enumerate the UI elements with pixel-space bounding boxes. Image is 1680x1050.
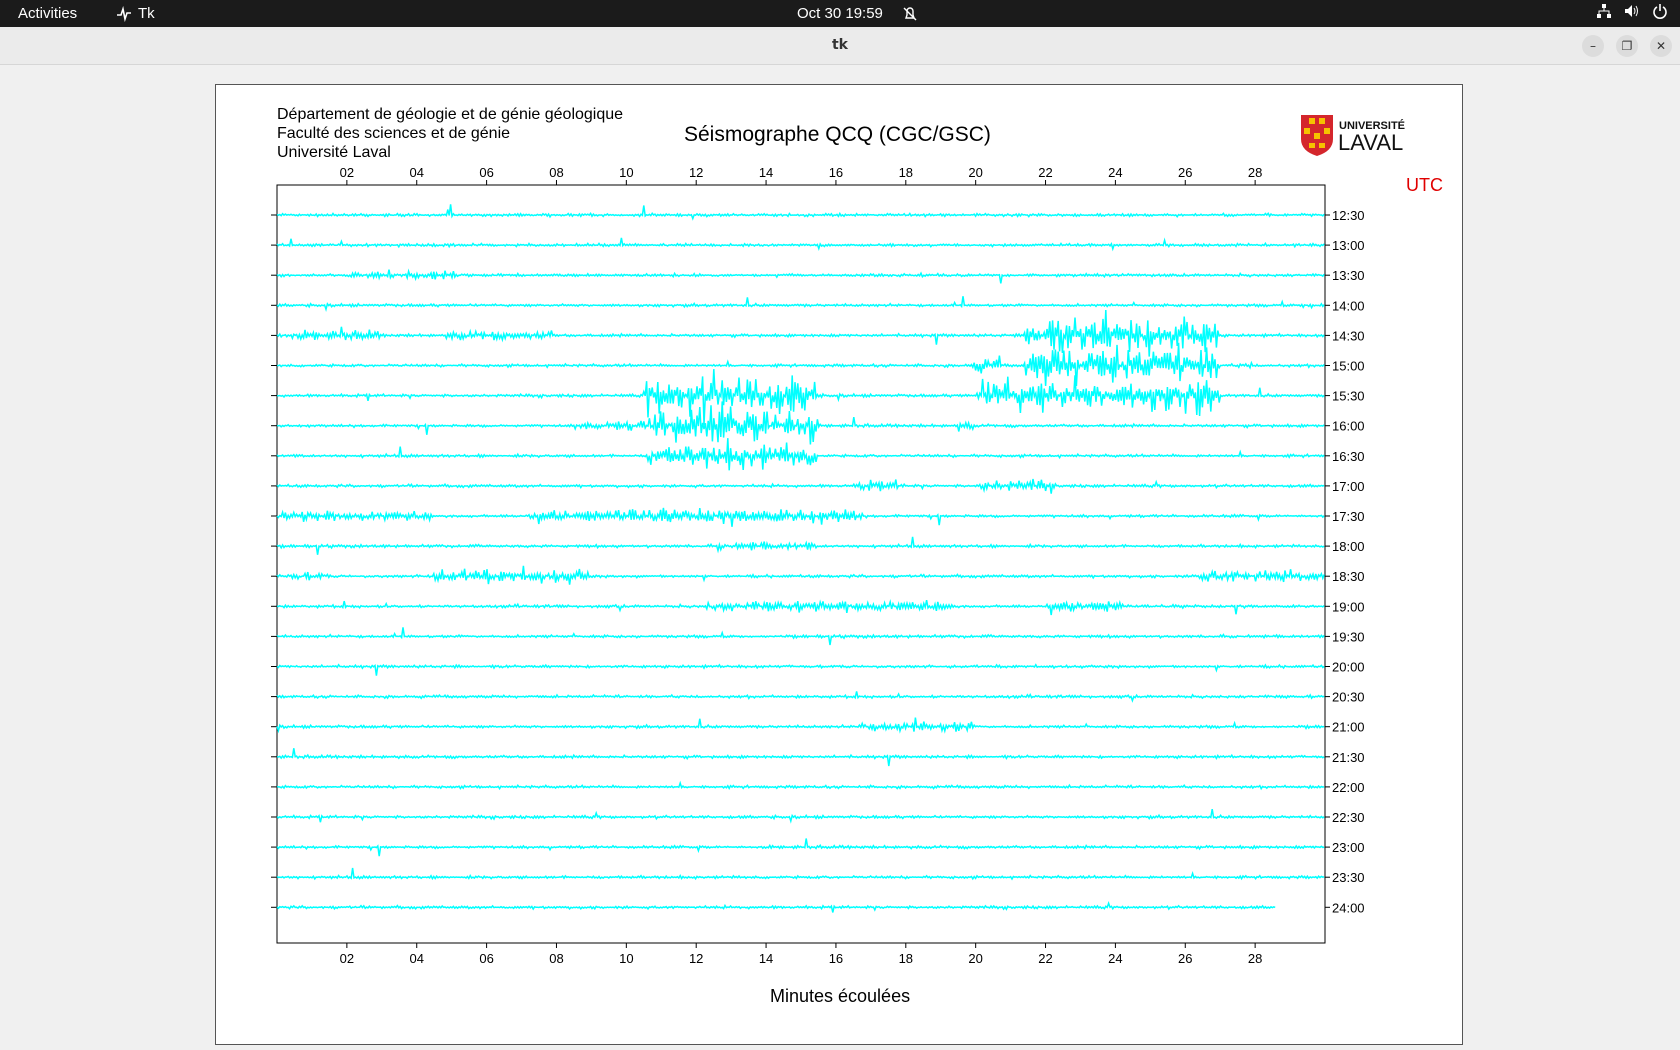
seismic-trace bbox=[276, 627, 1325, 646]
seismogram-plot: 02 02 04 04 06 06 08 08 10 10 12 12 14 14 16 16 18 18 20 20… bbox=[271, 165, 1365, 966]
row-time-label: 22:30 bbox=[1332, 810, 1365, 825]
row-time-label: 15:00 bbox=[1332, 359, 1365, 374]
row-time-label: 18:00 bbox=[1332, 539, 1365, 554]
clock[interactable]: Oct 30 19:59 bbox=[797, 0, 883, 27]
row-time-label: 19:30 bbox=[1332, 629, 1365, 644]
row-time-label: 20:30 bbox=[1332, 690, 1365, 705]
activities-button[interactable]: Activities bbox=[18, 0, 77, 27]
seismogram-canvas: Département de géologie et de génie géol… bbox=[215, 84, 1463, 1045]
x-tick-label-bottom: 28 bbox=[1248, 951, 1262, 966]
top-bar: Activities Tk Oct 30 19:59 bbox=[0, 0, 1680, 27]
window-title: tk bbox=[831, 37, 848, 53]
seismic-trace bbox=[276, 901, 1276, 913]
x-tick-label-bottom: 22 bbox=[1038, 951, 1052, 966]
x-tick-label-bottom: 14 bbox=[759, 951, 773, 966]
x-tick-label-bottom: 24 bbox=[1108, 951, 1122, 966]
seismic-trace bbox=[276, 478, 1325, 494]
seismic-trace bbox=[276, 780, 1325, 791]
seismic-trace bbox=[276, 237, 1325, 252]
row-time-label: 23:00 bbox=[1332, 840, 1365, 855]
app-icon bbox=[117, 5, 131, 23]
row-time-label: 14:00 bbox=[1332, 298, 1365, 313]
row-time-label: 22:00 bbox=[1332, 780, 1365, 795]
system-tray[interactable] bbox=[1588, 0, 1668, 27]
app-name: Tk bbox=[138, 5, 155, 22]
x-tick-label-bottom: 26 bbox=[1178, 951, 1192, 966]
x-tick-label-top: 12 bbox=[689, 165, 703, 180]
seismic-trace bbox=[276, 296, 1325, 312]
seismic-trace bbox=[276, 867, 1325, 881]
x-tick-label-top: 16 bbox=[829, 165, 843, 180]
seismic-trace bbox=[276, 748, 1325, 767]
row-time-label: 17:00 bbox=[1332, 479, 1365, 494]
x-tick-label-bottom: 06 bbox=[479, 951, 493, 966]
x-tick-label-top: 22 bbox=[1038, 165, 1052, 180]
row-time-label: 12:30 bbox=[1332, 208, 1365, 223]
x-tick-label-top: 02 bbox=[340, 165, 354, 180]
row-time-label: 23:30 bbox=[1332, 870, 1365, 885]
x-tick-label-bottom: 12 bbox=[689, 951, 703, 966]
seismic-trace bbox=[276, 663, 1325, 676]
seismic-trace bbox=[276, 691, 1325, 703]
row-time-label: 20:00 bbox=[1332, 660, 1365, 675]
seismic-trace bbox=[276, 204, 1325, 221]
x-tick-label-top: 18 bbox=[899, 165, 913, 180]
row-time-label: 15:30 bbox=[1332, 389, 1365, 404]
seismic-trace bbox=[276, 599, 1325, 616]
seismic-trace bbox=[276, 438, 1325, 471]
seismic-trace bbox=[276, 808, 1325, 824]
seismic-trace bbox=[276, 565, 1325, 585]
row-time-label: 18:30 bbox=[1332, 569, 1365, 584]
seismic-trace bbox=[276, 838, 1325, 857]
plot-frame bbox=[276, 184, 1326, 944]
seismic-trace bbox=[276, 342, 1325, 386]
seismic-trace bbox=[276, 309, 1325, 357]
row-time-label: 21:30 bbox=[1332, 750, 1365, 765]
x-tick-label-top: 06 bbox=[479, 165, 493, 180]
minimize-button[interactable]: – bbox=[1582, 35, 1604, 57]
seismic-trace bbox=[276, 507, 1325, 527]
row-time-label: 16:30 bbox=[1332, 449, 1365, 464]
seismic-trace bbox=[276, 369, 1325, 425]
x-tick-label-bottom: 18 bbox=[899, 951, 913, 966]
x-tick-label-bottom: 16 bbox=[829, 951, 843, 966]
window-titlebar[interactable]: tk – ❐ ✕ bbox=[0, 27, 1680, 65]
x-tick-label-top: 04 bbox=[409, 165, 423, 180]
volume-icon bbox=[1624, 1, 1640, 28]
power-icon bbox=[1652, 1, 1668, 28]
x-tick-label-top: 10 bbox=[619, 165, 633, 180]
x-tick-label-top: 26 bbox=[1178, 165, 1192, 180]
x-tick-label-top: 20 bbox=[968, 165, 982, 180]
row-time-label: 13:00 bbox=[1332, 238, 1365, 253]
seismic-trace bbox=[276, 717, 1325, 734]
row-time-label: 24:00 bbox=[1332, 900, 1365, 915]
x-tick-label-top: 14 bbox=[759, 165, 773, 180]
x-tick-label-bottom: 20 bbox=[968, 951, 982, 966]
x-tick-label-top: 24 bbox=[1108, 165, 1122, 180]
x-tick-label-top: 08 bbox=[549, 165, 563, 180]
row-time-label: 21:00 bbox=[1332, 720, 1365, 735]
x-tick-label-bottom: 04 bbox=[409, 951, 423, 966]
seismic-trace bbox=[276, 536, 1325, 555]
network-icon bbox=[1596, 1, 1612, 28]
x-tick-label-bottom: 10 bbox=[619, 951, 633, 966]
row-time-label: 13:30 bbox=[1332, 268, 1365, 283]
row-time-label: 19:00 bbox=[1332, 599, 1365, 614]
row-time-label: 16:00 bbox=[1332, 419, 1365, 434]
close-button[interactable]: ✕ bbox=[1650, 35, 1672, 57]
row-time-label: 14:30 bbox=[1332, 328, 1365, 343]
app-menu[interactable]: Tk bbox=[116, 0, 155, 27]
x-tick-label-bottom: 02 bbox=[340, 951, 354, 966]
notifications-muted-icon[interactable] bbox=[902, 0, 918, 27]
seismic-trace bbox=[276, 401, 1325, 445]
seismic-trace bbox=[276, 268, 1325, 284]
x-tick-label-top: 28 bbox=[1248, 165, 1262, 180]
row-time-label: 17:30 bbox=[1332, 509, 1365, 524]
x-tick-label-bottom: 08 bbox=[549, 951, 563, 966]
maximize-button[interactable]: ❐ bbox=[1616, 35, 1638, 57]
